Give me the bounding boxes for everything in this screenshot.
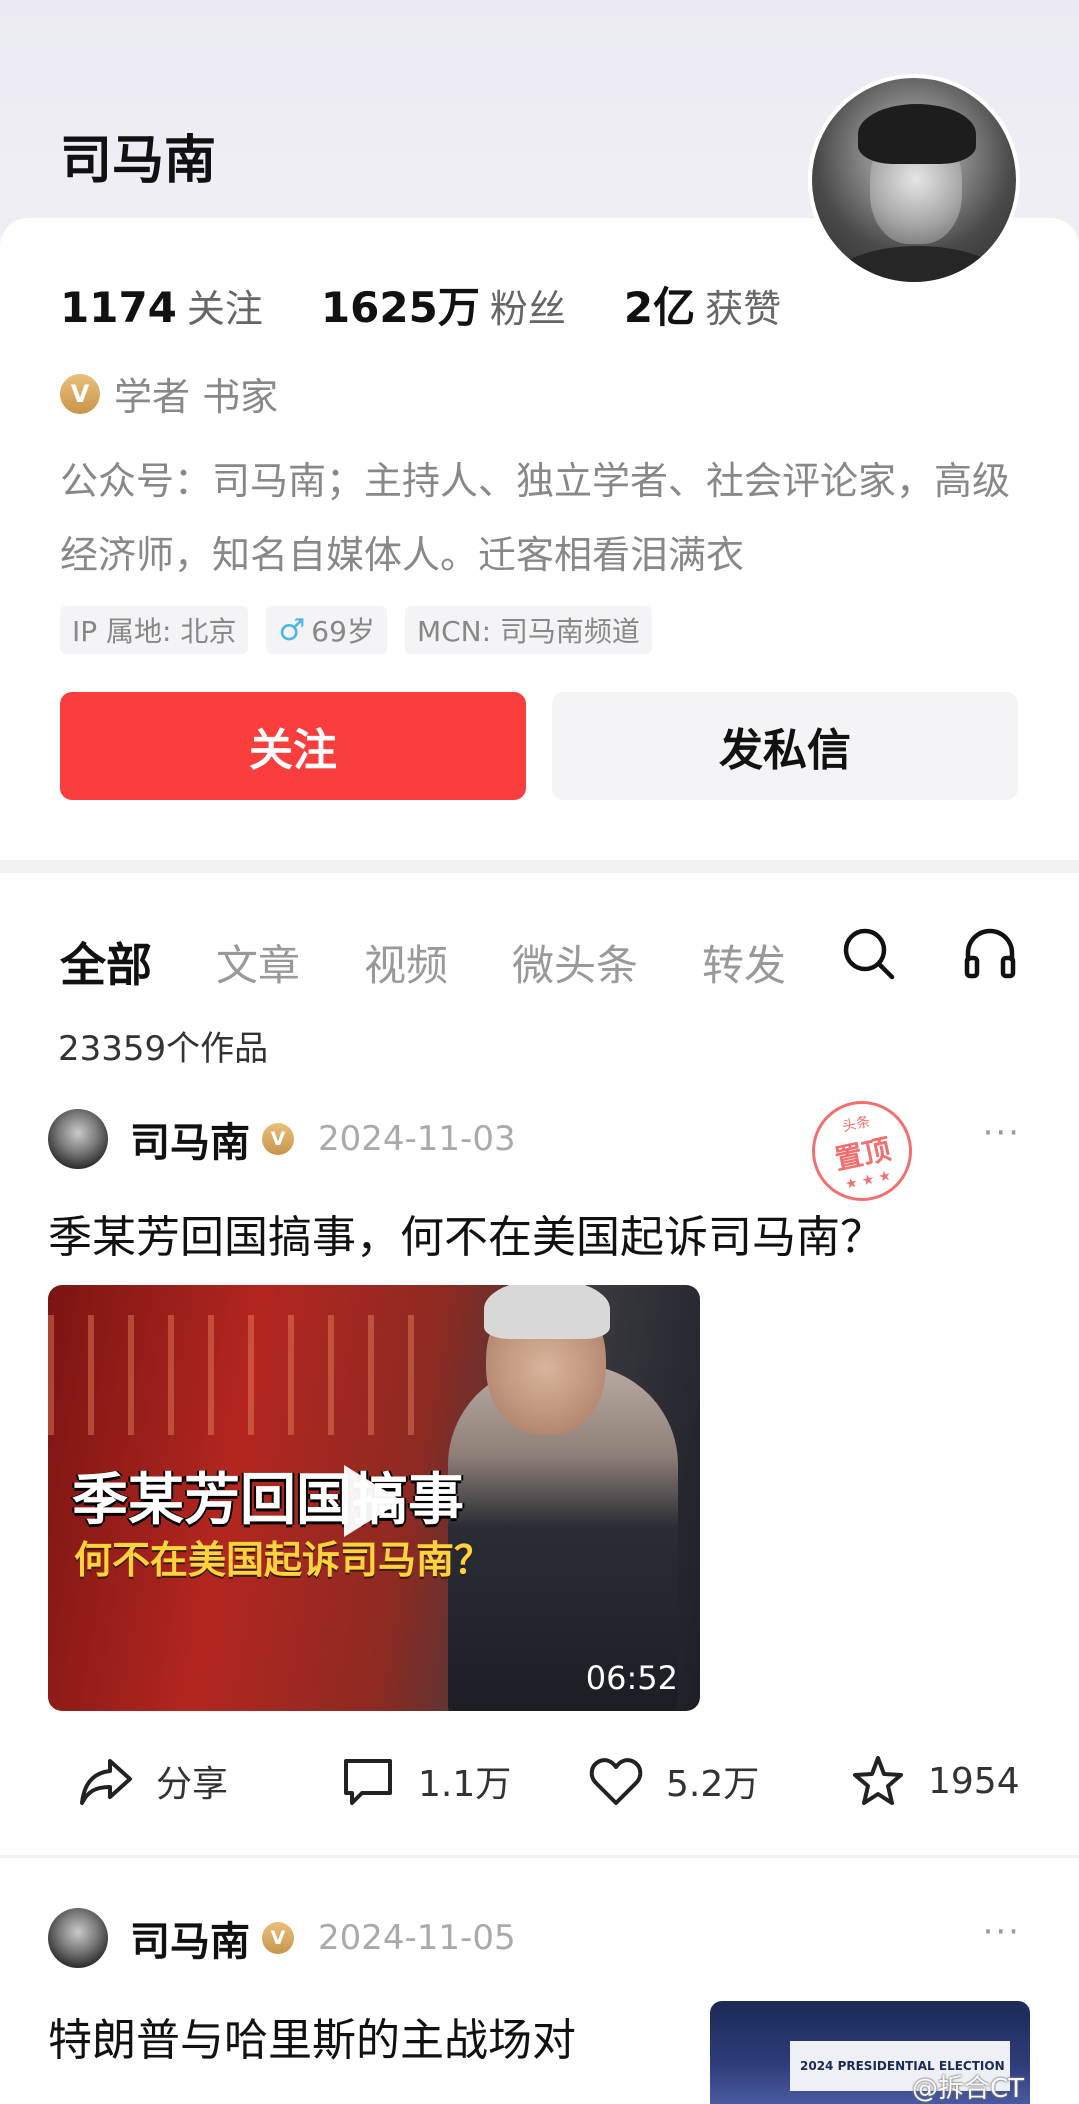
stat-following[interactable]: 1174 关注 xyxy=(60,278,263,333)
tab-articles[interactable]: 文章 xyxy=(216,932,300,993)
post-header: 司马南 V 2024-11-05 xyxy=(48,1908,516,1968)
post-header: 司马南 V 2024-11-03 xyxy=(48,1109,516,1169)
stat-followers[interactable]: 1625万 粉丝 xyxy=(321,274,566,335)
verification-text: 学者 书家 xyxy=(114,375,279,419)
more-options-icon[interactable]: ··· xyxy=(983,1912,1021,1952)
thumbnail-person-hair xyxy=(484,1285,610,1339)
ip-location-tag: IP 属地: 北京 xyxy=(60,606,249,654)
post-title[interactable]: 季某芳回国搞事，何不在美国起诉司马南？ xyxy=(48,1201,884,1265)
verified-badge-icon: V xyxy=(60,373,100,414)
tab-videos[interactable]: 视频 xyxy=(364,932,448,993)
more-options-icon[interactable]: ··· xyxy=(983,1113,1021,1153)
profile-name: 司马南 xyxy=(60,131,217,191)
search-icon[interactable] xyxy=(840,925,896,981)
stat-likes-label: 获赞 xyxy=(705,287,782,331)
video-caption-line1: 季某芳回国搞事 xyxy=(72,1468,464,1533)
like-count: 5.2万 xyxy=(666,1764,760,1805)
age-text: 69岁 xyxy=(311,615,375,648)
author-avatar[interactable] xyxy=(48,1908,108,1968)
comment-icon xyxy=(344,1759,392,1805)
favorite-button[interactable]: 1954 xyxy=(850,1753,1020,1809)
profile-bio: 公众号：司马南；主持人、独立学者、社会评论家，高级经济师，知名自媒体人。迁客相看… xyxy=(60,459,1011,577)
follow-button[interactable]: 关注 xyxy=(60,692,526,800)
pinned-stamp: 头条 置顶 ★ ★ ★ xyxy=(802,1091,922,1211)
watermark: @拆合CT xyxy=(912,2074,1025,2104)
headphones-icon[interactable] xyxy=(962,925,1018,981)
favorite-count: 1954 xyxy=(928,1760,1020,1802)
send-message-button[interactable]: 发私信 xyxy=(552,692,1018,800)
post-title[interactable]: 特朗普与哈里斯的主战场对 xyxy=(48,2004,576,2068)
post-author[interactable]: 司马南 xyxy=(130,1110,250,1168)
stat-followers-count: 1625万 xyxy=(320,283,480,332)
stat-likes[interactable]: 2亿 获赞 xyxy=(624,274,781,335)
post-date: 2024-11-03 xyxy=(318,1119,516,1159)
play-icon[interactable] xyxy=(344,1465,402,1537)
stat-following-count: 1174 xyxy=(60,283,177,332)
mcn-tag[interactable]: MCN: 司马南频道 xyxy=(404,606,652,654)
video-caption-line2: 何不在美国起诉司马南？ xyxy=(74,1538,493,1582)
tab-all[interactable]: 全部 xyxy=(60,929,152,995)
profile-avatar[interactable] xyxy=(808,74,1020,286)
verified-badge-icon: V xyxy=(262,1123,294,1155)
tab-micro-posts[interactable]: 微头条 xyxy=(512,932,638,993)
stat-likes-count: 2亿 xyxy=(623,283,696,332)
stat-following-label: 关注 xyxy=(186,287,263,331)
profile-card: 1174 关注 1625万 粉丝 2亿 获赞 V 学者 书家 公众号：司马南；主… xyxy=(0,218,1079,860)
verified-badge-icon: V xyxy=(262,1922,294,1954)
heart-icon xyxy=(589,1758,643,1805)
age-tag: ♂ 69岁 xyxy=(266,606,387,654)
verification-row: V 学者 书家 xyxy=(60,366,278,421)
share-icon xyxy=(80,1759,132,1805)
profile-tags: IP 属地: 北京 ♂ 69岁 MCN: 司马南频道 xyxy=(60,606,670,654)
comment-count: 1.1万 xyxy=(418,1764,512,1805)
avatar-shoulders xyxy=(822,246,1014,282)
feed-card: 全部 文章 视频 微头条 转发 23359个作品 司马南 V 2024-11-0… xyxy=(0,873,1079,1855)
comment-button[interactable]: 1.1万 xyxy=(340,1753,511,1809)
content-tabs: 全部 文章 视频 微头条 转发 xyxy=(60,929,850,995)
male-icon: ♂ xyxy=(278,612,306,648)
stat-followers-label: 粉丝 xyxy=(489,287,566,331)
tab-reposts[interactable]: 转发 xyxy=(702,932,786,993)
share-label: 分享 xyxy=(156,1764,229,1805)
star-icon xyxy=(853,1756,903,1805)
share-button[interactable]: 分享 xyxy=(78,1753,228,1809)
video-thumbnail[interactable]: 季某芳回国搞事 何不在美国起诉司马南？ 06:52 xyxy=(48,1285,700,1711)
like-button[interactable]: 5.2万 xyxy=(588,1753,759,1809)
author-avatar[interactable] xyxy=(48,1109,108,1169)
avatar-hair xyxy=(858,104,976,164)
post-author[interactable]: 司马南 xyxy=(130,1909,250,1967)
thumbnail-background xyxy=(48,1315,428,1435)
post-actions: 分享 1.1万 5.2万 1954 xyxy=(0,1753,1079,1823)
works-count: 23359个作品 xyxy=(58,1029,269,1069)
profile-stats: 1174 关注 1625万 粉丝 2亿 获赞 xyxy=(60,274,839,335)
post-date: 2024-11-05 xyxy=(318,1918,516,1958)
video-duration: 06:52 xyxy=(585,1659,678,1697)
